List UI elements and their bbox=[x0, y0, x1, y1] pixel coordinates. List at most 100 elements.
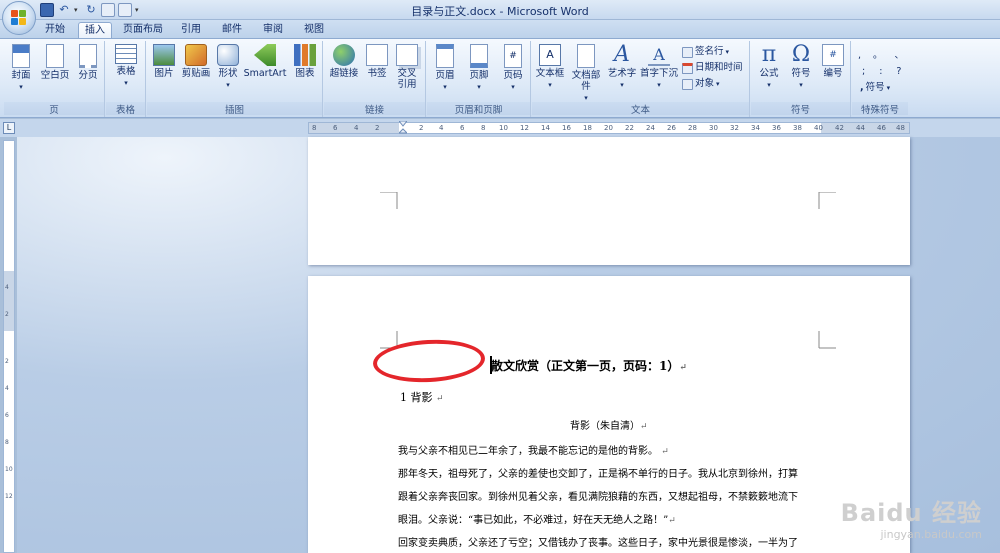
tab-home[interactable]: 开始 bbox=[40, 22, 70, 39]
drop-cap-icon: A bbox=[648, 44, 670, 66]
comma-symbol[interactable]: , bbox=[858, 49, 861, 63]
cover-button[interactable]: 封面 ▾ bbox=[6, 44, 36, 93]
ribbon-tabs: 开始 插入 页面布局 引用 邮件 审阅 视图 bbox=[0, 20, 1000, 39]
object-icon bbox=[682, 78, 693, 90]
globe-link-icon bbox=[333, 44, 355, 66]
object-button[interactable]: 对象 ▾ bbox=[682, 77, 720, 91]
group-text: A 文本框 ▾ 文档部件 ▾ A 艺术字 ▾ A 首字下沉 ▾ 签名行 ▾ 日期和时间 对… bbox=[532, 41, 750, 117]
wordart-icon: A bbox=[614, 42, 630, 67]
group-label-text: 文本 bbox=[532, 102, 749, 116]
tab-page-layout[interactable]: 页面布局 bbox=[120, 22, 166, 39]
document-heading[interactable]: 散文欣赏（正文第一页，页码：1）↵ bbox=[491, 357, 687, 374]
drop-cap-button[interactable]: A 首字下沉 ▾ bbox=[640, 44, 678, 91]
signature-line-icon bbox=[682, 46, 693, 58]
smartart-icon bbox=[254, 44, 276, 66]
group-label-special-symbols: 特殊符号 bbox=[852, 102, 908, 116]
paragraph[interactable]: 回家变卖典质，父亲还了亏空；又借钱办了丧事。这些日子，家中光景很是惨淡，一半为了 bbox=[398, 534, 798, 549]
paragraph[interactable]: 那年冬天，祖母死了，父亲的差使也交卸了，正是祸不单行的日子。我从北京到徐州，打算 bbox=[398, 465, 798, 480]
question-symbol[interactable]: ? bbox=[896, 65, 901, 79]
signature-line-button[interactable]: 签名行 ▾ bbox=[682, 45, 729, 59]
horizontal-ruler[interactable]: 8 6 4 2 2 4 6 8 10 12 14 16 18 20 22 24 … bbox=[308, 121, 910, 135]
blank-page-icon bbox=[46, 44, 64, 68]
cross-reference-icon bbox=[396, 44, 418, 66]
smartart-button[interactable]: SmartArt bbox=[243, 44, 287, 79]
group-header-footer: 页眉 ▾ 页脚 ▾ # 页码 ▾ 页眉和页脚 bbox=[427, 41, 531, 117]
watermark-brand: Baidu 经验 bbox=[840, 499, 982, 527]
section-heading[interactable]: 1 背影 ↵ bbox=[400, 389, 444, 405]
cover-page-icon bbox=[12, 44, 30, 68]
bookmark-button[interactable]: 书签 bbox=[364, 44, 390, 79]
enumeration-comma-symbol[interactable]: 、 bbox=[895, 49, 905, 63]
calendar-icon bbox=[682, 62, 693, 74]
equation-button[interactable]: π 公式 ▾ bbox=[755, 44, 783, 91]
header-button[interactable]: 页眉 ▾ bbox=[431, 44, 459, 93]
footer-button[interactable]: 页脚 ▾ bbox=[465, 44, 493, 93]
window-title: 目录与正文.docx - Microsoft Word bbox=[411, 5, 589, 18]
colon-symbol[interactable]: : bbox=[879, 65, 882, 79]
wordart-button[interactable]: A 艺术字 ▾ bbox=[606, 44, 638, 91]
omega-icon: Ω bbox=[791, 42, 811, 67]
baidu-watermark: Baidu 经验 jingyan.baidu.com bbox=[841, 493, 982, 541]
document-page-previous[interactable] bbox=[308, 137, 910, 265]
indent-marker-icon[interactable] bbox=[399, 121, 407, 135]
group-links: 超链接 书签 交叉 引用 链接 bbox=[324, 41, 426, 117]
table-icon bbox=[115, 44, 137, 64]
bookmark-icon bbox=[366, 44, 388, 66]
special-symbols-more-button[interactable]: , 符号 ▾ bbox=[860, 81, 890, 95]
group-label-links: 链接 bbox=[324, 102, 425, 116]
chart-button[interactable]: 图表 bbox=[291, 44, 319, 79]
hyperlink-button[interactable]: 超链接 bbox=[326, 44, 362, 79]
essay-title[interactable]: 背影（朱自清）↵ bbox=[570, 417, 648, 432]
special-symbols-row-1: , 。 、 bbox=[858, 49, 904, 63]
textbox-icon: A bbox=[539, 44, 561, 66]
paragraph[interactable]: 眼泪。父亲说：“事已如此，不必难过，好在天无绝人之路！”↵ bbox=[398, 511, 676, 526]
group-illustrations: 图片 剪贴画 形状 ▾ SmartArt 图表 插图 bbox=[147, 41, 323, 117]
numbering-button[interactable]: # 编号 bbox=[819, 44, 847, 79]
paragraph[interactable]: 跟着父亲奔丧回家。到徐州见着父亲，看见满院狼藉的东西，又想起祖母，不禁簌簌地流下 bbox=[398, 488, 798, 503]
page-number-button[interactable]: # 页码 ▾ bbox=[499, 44, 527, 93]
tab-review[interactable]: 审阅 bbox=[258, 22, 288, 39]
vertical-ruler[interactable]: 4 2 2 4 6 8 10 12 bbox=[3, 140, 15, 553]
special-symbols-row-2: ; : ? bbox=[862, 65, 901, 79]
clipart-button[interactable]: 剪贴画 bbox=[181, 44, 211, 79]
picture-button[interactable]: 图片 bbox=[151, 44, 177, 79]
tab-selector-button[interactable]: L bbox=[3, 122, 15, 134]
tab-insert[interactable]: 插入 bbox=[78, 22, 112, 39]
picture-icon bbox=[153, 44, 175, 66]
group-label-illustrations: 插图 bbox=[147, 102, 322, 116]
cross-reference-button[interactable]: 交叉 引用 bbox=[392, 44, 422, 90]
period-symbol[interactable]: 。 bbox=[873, 49, 883, 63]
page-number-icon: # bbox=[504, 44, 522, 68]
document-page-current[interactable]: 散文欣赏（正文第一页，页码：1）↵ 1 背影 ↵ 背影（朱自清）↵ 我与父亲不相… bbox=[308, 276, 910, 553]
paragraph[interactable]: 我与父亲不相见已二年余了，我最不能忘记的是他的背影。 ↵ bbox=[398, 442, 669, 457]
tab-mailings[interactable]: 邮件 bbox=[217, 22, 247, 39]
ribbon: 封面 ▾ 空白页 分页 页 表格 ▾ 表格 图片 剪贴画 形状 ▾ SmartA… bbox=[0, 38, 1000, 118]
table-button[interactable]: 表格 ▾ bbox=[110, 44, 142, 89]
semicolon-symbol[interactable]: ; bbox=[862, 65, 865, 79]
shapes-icon bbox=[217, 44, 239, 66]
clipart-icon bbox=[185, 44, 207, 66]
shapes-button[interactable]: 形状 ▾ bbox=[215, 44, 241, 91]
group-label-symbols: 符号 bbox=[751, 102, 850, 116]
crop-mark-icon bbox=[818, 331, 836, 349]
date-time-button[interactable]: 日期和时间 bbox=[682, 61, 743, 75]
group-label-header-footer: 页眉和页脚 bbox=[427, 102, 530, 116]
group-table: 表格 ▾ 表格 bbox=[106, 41, 146, 117]
office-button[interactable] bbox=[2, 1, 36, 35]
textbox-button[interactable]: A 文本框 ▾ bbox=[534, 44, 566, 91]
pi-icon: π bbox=[761, 42, 777, 67]
ruler-strip: L 8 6 4 2 2 4 6 8 10 12 14 16 18 20 22 2… bbox=[0, 119, 1000, 137]
page-break-button[interactable]: 分页 bbox=[74, 44, 102, 81]
tab-references[interactable]: 引用 bbox=[176, 22, 206, 39]
numbering-icon: # bbox=[822, 44, 844, 66]
text-cursor bbox=[490, 356, 492, 374]
tab-view[interactable]: 视图 bbox=[299, 22, 329, 39]
chart-icon bbox=[294, 44, 316, 66]
blank-page-button[interactable]: 空白页 bbox=[38, 44, 72, 81]
symbol-button[interactable]: Ω 符号 ▾ bbox=[787, 44, 815, 91]
quick-parts-icon bbox=[577, 44, 595, 68]
group-label-table: 表格 bbox=[106, 102, 145, 116]
group-label-pages: 页 bbox=[4, 102, 104, 116]
crop-mark-icon bbox=[818, 192, 836, 209]
quick-parts-button[interactable]: 文档部件 ▾ bbox=[568, 44, 604, 104]
